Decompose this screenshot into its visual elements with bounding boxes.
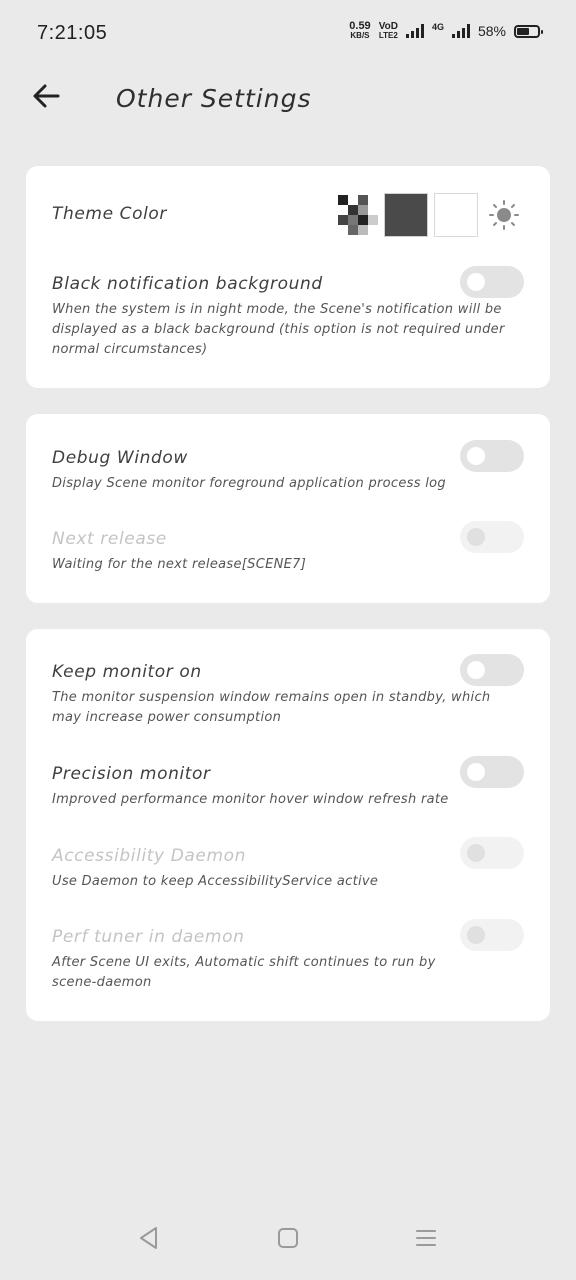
accessibility-daemon-title: Accessibility Daemon: [52, 846, 247, 866]
keep-monitor-desc: The monitor suspension window remains op…: [52, 690, 491, 725]
network-type: 4G: [431, 22, 444, 32]
network-speed-unit: KB/S: [350, 31, 370, 40]
brightness-icon: [489, 200, 519, 230]
perf-tuner-desc: After Scene UI exits, Automatic shift co…: [52, 955, 436, 990]
battery-icon: [514, 24, 543, 38]
network-speed: 0.59 KB/S: [349, 20, 371, 41]
perf-tuner-row: Perf tuner in daemon After Scene UI exit…: [52, 927, 472, 993]
monitor-card: Keep monitor on The monitor suspension w…: [26, 629, 550, 1021]
status-icons: 0.59 KB/S VoD LTE2 4G 58%: [349, 20, 543, 41]
volte-bottom: LTE2: [378, 31, 398, 40]
next-release-desc: Waiting for the next release[SCENE7]: [52, 557, 307, 572]
perf-tuner-toggle: [460, 919, 524, 951]
keep-monitor-row[interactable]: Keep monitor on The monitor suspension w…: [52, 662, 522, 728]
theme-option-auto[interactable]: [484, 195, 524, 235]
next-release-title: Next release: [52, 529, 167, 549]
next-release-row: Next release Waiting for the next releas…: [52, 529, 472, 575]
nav-back-button[interactable]: [129, 1218, 169, 1258]
back-button[interactable]: [28, 78, 64, 114]
signal-icon-2: [451, 24, 470, 38]
arrow-left-icon: [33, 84, 60, 108]
theme-option-checker[interactable]: [338, 195, 378, 235]
debug-window-row[interactable]: Debug Window Display Scene monitor foreg…: [52, 448, 472, 494]
theme-option-dark[interactable]: [384, 193, 428, 237]
signal-icon: [405, 24, 424, 38]
debug-window-desc: Display Scene monitor foreground applica…: [52, 476, 446, 491]
triangle-back-icon: [140, 1227, 157, 1249]
accessibility-daemon-toggle: [460, 837, 524, 869]
precision-monitor-title: Precision monitor: [52, 764, 211, 784]
nav-home-button[interactable]: [268, 1218, 308, 1258]
nav-recents-button[interactable]: [406, 1218, 446, 1258]
network-speed-value: 0.59: [349, 20, 371, 32]
header: Other Settings: [0, 70, 576, 140]
precision-monitor-desc: Improved performance monitor hover windo…: [52, 792, 449, 807]
volte-indicator: VoD LTE2: [378, 21, 398, 41]
menu-lines-icon: [416, 1230, 436, 1246]
debug-window-toggle[interactable]: [460, 440, 524, 472]
black-notification-desc: When the system is in night mode, the Sc…: [52, 302, 505, 357]
page-title: Other Settings: [116, 84, 312, 113]
keep-monitor-toggle[interactable]: [460, 654, 524, 686]
accessibility-daemon-row: Accessibility Daemon Use Daemon to keep …: [52, 846, 472, 892]
battery-percent: 58%: [477, 23, 506, 39]
theme-option-light[interactable]: [434, 193, 478, 237]
navigation-bar: [0, 1200, 576, 1280]
precision-monitor-toggle[interactable]: [460, 756, 524, 788]
debug-card: Debug Window Display Scene monitor foreg…: [26, 414, 550, 603]
volte-top: VoD: [378, 21, 398, 32]
perf-tuner-title: Perf tuner in daemon: [52, 927, 245, 947]
next-release-toggle: [460, 521, 524, 553]
theme-card: Theme Color Black notification backgroun: [26, 166, 550, 388]
black-notification-toggle[interactable]: [460, 266, 524, 298]
status-bar: 7:21:05 0.59 KB/S VoD LTE2 4G 58%: [0, 0, 576, 70]
precision-monitor-row[interactable]: Precision monitor Improved performance m…: [52, 764, 472, 810]
accessibility-daemon-desc: Use Daemon to keep AccessibilityService …: [52, 874, 379, 889]
debug-window-title: Debug Window: [52, 448, 188, 468]
square-home-icon: [278, 1228, 298, 1248]
status-time: 7:21:05: [37, 22, 108, 44]
theme-swatches: [338, 193, 524, 237]
keep-monitor-title: Keep monitor on: [52, 662, 202, 682]
